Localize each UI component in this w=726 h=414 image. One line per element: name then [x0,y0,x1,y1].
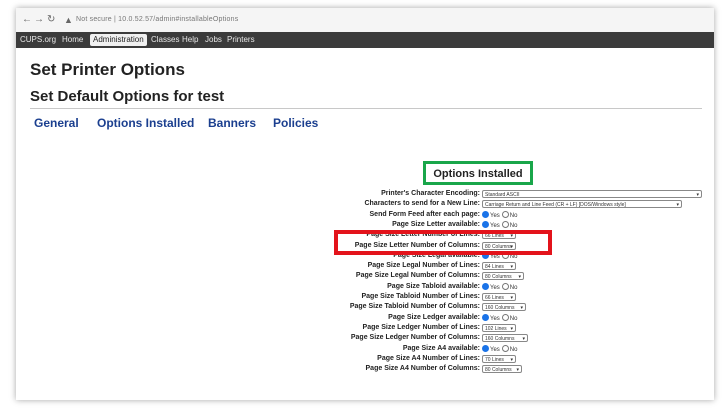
option-select[interactable]: 160 Columns ▾ [482,303,526,311]
tab-general[interactable]: General [34,116,79,130]
chevron-down-icon: ▾ [696,192,699,198]
option-label: Page Size A4 Number of Columns: [365,365,480,372]
option-label: Page Size Ledger Number of Columns: [350,334,480,341]
option-label: Send Form Feed after each page: [369,211,480,218]
radio-yes-label: Yes [490,213,500,219]
warning-icon: ▲ [64,15,73,25]
radio-yes[interactable] [482,314,489,321]
select-value: 160 Columns [485,336,515,342]
tab-options-installed[interactable]: Options Installed [97,116,194,130]
menu-administration[interactable]: Administration [90,34,147,46]
select-value: 84 Lines [485,264,504,270]
page-title: Set Printer Options [30,60,185,79]
radio-yes-label: Yes [490,285,500,291]
radio-yes[interactable] [482,345,489,352]
highlight-box [334,230,552,255]
option-label: Characters to send for a New Line: [364,200,480,207]
section-title: Options Installed [433,168,523,180]
radio-no[interactable] [501,221,509,228]
radio-yes[interactable] [482,221,489,228]
radio-yes-label: Yes [490,347,500,353]
menu-jobs[interactable]: Jobs [205,35,222,45]
page-subtitle: Set Default Options for test [30,88,225,105]
security-label: Not secure [76,16,112,23]
radio-yes[interactable] [482,283,489,290]
menu-printers[interactable]: Printers [227,35,255,45]
menu-help[interactable]: Help [182,35,198,45]
scroll-fade [316,378,576,388]
chevron-down-icon: ▾ [520,305,523,311]
forward-icon[interactable]: → [34,15,44,25]
tab-policies[interactable]: Policies [273,116,318,130]
option-label: Page Size Ledger available: [388,314,480,321]
section-title-box: Options Installed [423,161,533,185]
radio-no-label: No [509,213,518,219]
url-field[interactable]: Not secure | 10.0.52.57/admin#installabl… [76,16,238,23]
radio-yes-label: Yes [490,316,500,322]
radio-no-label: No [509,316,518,322]
option-select[interactable]: 160 Columns ▾ [482,334,528,342]
option-select[interactable]: Carriage Return and Line Feed (CR + LF) … [482,200,682,208]
option-label: Page Size Tabloid available: [387,283,480,290]
radio-yes[interactable] [482,211,489,218]
option-label: Page Size A4 Number of Lines: [377,355,480,362]
select-value: 80 Columns [485,367,512,373]
divider [30,108,702,109]
select-value: 70 Lines [485,357,504,363]
select-value: Carriage Return and Line Feed (CR + LF) … [485,202,626,208]
radio-yes-label: Yes [490,223,500,229]
option-label: Page Size A4 available: [402,345,480,352]
option-label: Page Size Legal Number of Columns: [355,272,480,279]
option-select[interactable]: 80 Columns ▾ [482,365,522,373]
option-label: Page Size Tabloid Number of Lines: [361,293,481,300]
select-value: 102 Lines [485,326,507,332]
menu-cups-org[interactable]: CUPS.org [20,35,56,45]
option-label: Page Size Legal Number of Lines: [367,262,480,269]
option-radio-group: Yes No [482,283,519,292]
option-select[interactable]: 70 Lines ▾ [482,355,516,363]
option-radio-group: Yes No [482,314,519,323]
tab-banners[interactable]: Banners [208,116,256,130]
option-radio-group: Yes No [482,221,519,230]
option-label: Printer's Character Encoding: [381,190,480,197]
chevron-down-icon: ▾ [518,274,521,280]
radio-no[interactable] [501,345,509,352]
radio-no[interactable] [501,314,509,321]
option-select[interactable]: Standard ASCII ▾ [482,190,702,198]
select-value: 66 Lines [485,295,504,301]
select-value: 160 Columns [485,305,515,311]
option-radio-group: Yes No [482,345,519,354]
chevron-down-icon: ▾ [510,357,513,363]
chevron-down-icon: ▾ [510,264,513,270]
cups-menubar: CUPS.org Home Administration Classes Hel… [16,32,714,48]
chevron-down-icon: ▾ [510,326,513,332]
select-value: Standard ASCII [485,192,520,198]
chevron-down-icon: ▾ [516,367,519,373]
chevron-down-icon: ▾ [510,295,513,301]
radio-no-label: No [509,285,518,291]
select-value: 80 Columns [485,274,512,280]
chevron-down-icon: ▾ [522,336,525,342]
back-icon[interactable]: ← [22,15,32,25]
option-select[interactable]: 80 Columns ▾ [482,272,524,280]
option-label: Page Size Tabloid Number of Columns: [349,303,480,310]
radio-no[interactable] [501,283,509,290]
option-label: Page Size Letter available: [392,221,480,228]
option-radio-group: Yes No [482,211,519,220]
menu-classes[interactable]: Classes [151,35,179,45]
option-label: Page Size Ledger Number of Lines: [362,324,480,331]
chevron-down-icon: ▾ [676,202,679,208]
radio-no[interactable] [501,211,509,218]
option-select[interactable]: 66 Lines ▾ [482,293,516,301]
browser-window: ← → ↻ ▲ Not secure | 10.0.52.57/admin#in… [16,8,714,400]
reload-icon[interactable]: ↻ [47,15,55,25]
radio-no-label: No [509,347,518,353]
option-select[interactable]: 84 Lines ▾ [482,262,516,270]
radio-no-label: No [509,223,518,229]
address-bar: ← → ↻ ▲ Not secure | 10.0.52.57/admin#in… [16,8,714,32]
option-select[interactable]: 102 Lines ▾ [482,324,516,332]
menu-home[interactable]: Home [62,35,83,45]
url-text: 10.0.52.57/admin#installableOptions [118,16,239,23]
